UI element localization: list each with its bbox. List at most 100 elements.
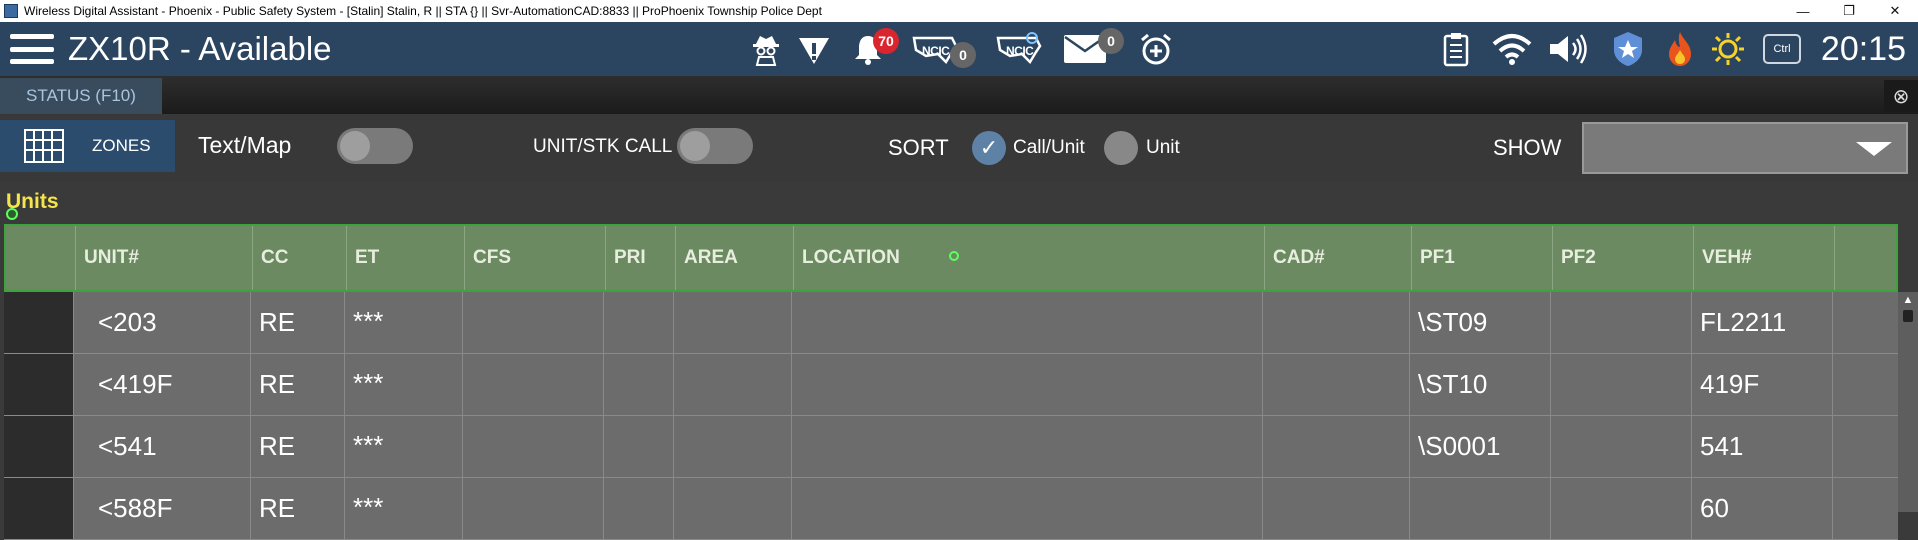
show-label: SHOW <box>1493 135 1562 160</box>
menu-icon[interactable] <box>10 30 54 68</box>
cell-pf2 <box>1551 292 1692 353</box>
textmap-label: Text/Map <box>198 132 292 158</box>
app-header: ZX10R - Available 70 NCIC 0 NCIC 0 Ctrl <box>0 22 1918 76</box>
cell-cc: RE <box>251 292 345 353</box>
cell-veh: FL2211 <box>1692 292 1833 353</box>
scroll-up-icon[interactable]: ▲ <box>1898 292 1918 308</box>
cell-veh: 60 <box>1692 478 1833 539</box>
cell-veh: 419F <box>1692 354 1833 415</box>
window-controls: — ❐ ✕ <box>1780 0 1918 22</box>
alert-icon[interactable] <box>794 30 834 68</box>
column-anchor-icon <box>949 251 959 261</box>
column-header-location[interactable]: LOCATION <box>794 226 1265 290</box>
column-header-pri[interactable]: PRI <box>606 226 676 290</box>
table-row[interactable]: <419F RE *** \ST10 419F <box>4 354 1898 416</box>
cell-cfs <box>463 478 604 539</box>
units-table: UNIT# CC ET CFS PRI AREA LOCATION CAD# P… <box>4 224 1898 540</box>
column-header-cad[interactable]: CAD# <box>1265 226 1412 290</box>
unitstk-toggle[interactable] <box>677 128 753 164</box>
cell-cad <box>1263 478 1410 539</box>
table-row[interactable]: <541 RE *** \S0001 541 <box>4 416 1898 478</box>
cell-pf1 <box>1410 478 1551 539</box>
scrollbar-thumb[interactable] <box>1903 310 1913 322</box>
row-selector[interactable] <box>4 354 74 415</box>
cell-cc: RE <box>251 478 345 539</box>
cell-unit: <588F <box>74 478 251 539</box>
weather-icon[interactable] <box>1708 30 1748 68</box>
spy-icon[interactable] <box>746 30 786 68</box>
table-scrollbar[interactable]: ▲ <box>1898 292 1918 512</box>
zones-button[interactable]: ZONES <box>0 120 175 172</box>
column-header[interactable] <box>6 226 76 290</box>
table-row[interactable]: <203 RE *** \ST09 FL2211 <box>4 292 1898 354</box>
messages-badge: 0 <box>1098 28 1124 54</box>
column-header[interactable] <box>1835 226 1896 290</box>
cell-area <box>674 354 792 415</box>
cell-pf1: \ST10 <box>1410 354 1551 415</box>
cell-area <box>674 416 792 477</box>
sort-label: SORT <box>888 135 949 160</box>
sort-unit-label[interactable]: Unit <box>1146 137 1180 159</box>
cell-extra <box>1833 416 1894 477</box>
tab-status[interactable]: STATUS (F10) <box>0 78 162 114</box>
show-dropdown[interactable] <box>1582 122 1908 174</box>
alarm-icon[interactable] <box>1136 30 1176 68</box>
cell-pf1: \S0001 <box>1410 416 1551 477</box>
sort-callunit-radio[interactable]: ✓ <box>972 131 1006 165</box>
cell-et: *** <box>345 416 463 477</box>
cell-cc: RE <box>251 354 345 415</box>
row-selector[interactable] <box>4 416 74 477</box>
cell-unit: <203 <box>74 292 251 353</box>
window-title: Wireless Digital Assistant - Phoenix - P… <box>24 4 822 18</box>
unit-status[interactable]: ZX10R - Available <box>68 30 332 68</box>
ctrl-key-button[interactable]: Ctrl <box>1763 34 1801 64</box>
row-selector[interactable] <box>4 478 74 539</box>
close-window-button[interactable]: ✕ <box>1872 0 1918 22</box>
cell-pri <box>604 478 674 539</box>
cell-location <box>792 478 1263 539</box>
close-icon[interactable]: ⊗ <box>1884 80 1918 112</box>
cell-cfs <box>463 354 604 415</box>
maximize-button[interactable]: ❐ <box>1826 0 1872 22</box>
ncic-search-label: NCIC <box>1006 44 1034 58</box>
column-header-area[interactable]: AREA <box>676 226 794 290</box>
column-header-cfs[interactable]: CFS <box>465 226 606 290</box>
speaker-icon[interactable] <box>1546 30 1592 68</box>
police-badge-icon[interactable] <box>1608 30 1648 68</box>
column-header-cc[interactable]: CC <box>253 226 347 290</box>
cell-pri <box>604 292 674 353</box>
cell-et: *** <box>345 478 463 539</box>
cell-extra <box>1833 478 1894 539</box>
cell-cad <box>1263 292 1410 353</box>
table-row[interactable]: <588F RE *** 60 <box>4 478 1898 540</box>
row-selector[interactable] <box>4 292 74 353</box>
column-header-pf2[interactable]: PF2 <box>1553 226 1694 290</box>
drag-handle-icon[interactable] <box>6 208 18 220</box>
cell-cfs <box>463 416 604 477</box>
sort-callunit-label[interactable]: Call/Unit <box>1013 137 1085 159</box>
cell-et: *** <box>345 292 463 353</box>
column-header-pf1[interactable]: PF1 <box>1412 226 1553 290</box>
cell-location <box>792 292 1263 353</box>
wifi-icon[interactable] <box>1490 30 1534 68</box>
cell-cad <box>1263 416 1410 477</box>
cell-cc: RE <box>251 416 345 477</box>
cell-unit: <419F <box>74 354 251 415</box>
minimize-button[interactable]: — <box>1780 0 1826 22</box>
cell-extra <box>1833 292 1894 353</box>
cell-area <box>674 292 792 353</box>
cell-pf2 <box>1551 416 1692 477</box>
fire-icon[interactable] <box>1660 30 1700 68</box>
column-header-unit[interactable]: UNIT# <box>76 226 253 290</box>
cell-pf2 <box>1551 354 1692 415</box>
cell-pf2 <box>1551 478 1692 539</box>
zones-label: ZONES <box>92 136 151 155</box>
clipboard-icon[interactable] <box>1436 30 1476 68</box>
sort-unit-radio[interactable] <box>1104 131 1138 165</box>
app-icon <box>4 4 18 18</box>
cell-unit: <541 <box>74 416 251 477</box>
textmap-toggle[interactable] <box>337 128 413 164</box>
column-header-et[interactable]: ET <box>347 226 465 290</box>
cell-cad <box>1263 354 1410 415</box>
column-header-veh[interactable]: VEH# <box>1694 226 1835 290</box>
